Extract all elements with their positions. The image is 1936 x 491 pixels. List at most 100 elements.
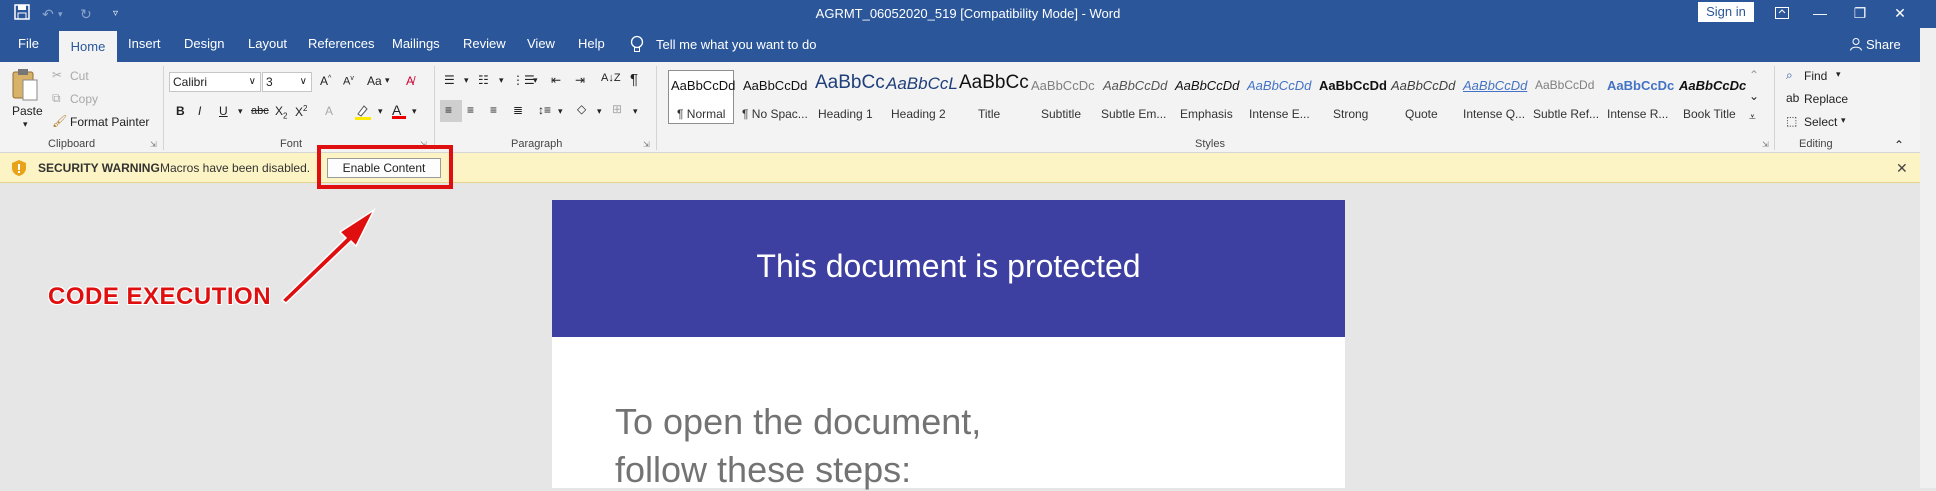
shading-icon[interactable]: ◇ (577, 102, 586, 116)
style-sample[interactable]: AaBbCcL (886, 74, 958, 94)
highlight-color-icon[interactable] (354, 104, 372, 123)
numbering-icon[interactable]: ☷ (478, 73, 489, 87)
gallery-scroll-up-icon[interactable]: ⌃ (1749, 68, 1759, 82)
style-name[interactable]: ¶ No Spac... (742, 107, 808, 121)
tab-file[interactable]: File (18, 36, 39, 51)
chevron-down-icon[interactable]: ▾ (378, 106, 383, 117)
tab-review[interactable]: Review (463, 36, 506, 51)
replace-button[interactable]: Replace (1804, 92, 1848, 106)
minimize-icon[interactable]: — (1798, 0, 1842, 28)
style-sample[interactable]: AaBbCcDd (1103, 78, 1167, 93)
align-center-icon[interactable]: ≡ (467, 103, 474, 117)
bold-icon[interactable]: B (176, 104, 185, 118)
style-sample[interactable]: AaBbCcDd (1175, 78, 1239, 93)
chevron-down-icon[interactable]: ▾ (533, 75, 538, 86)
format-painter-icon[interactable]: 🖌 (52, 114, 67, 128)
style-sample[interactable]: AaBbCcDd (1535, 78, 1594, 92)
style-sample[interactable]: AaBbCcDd (671, 78, 735, 93)
replace-icon[interactable]: ab (1786, 91, 1799, 105)
tab-mailings[interactable]: Mailings (392, 36, 440, 51)
gallery-more-icon[interactable]: ⩡ (1749, 110, 1756, 125)
style-sample[interactable]: AaBbCcDd (1247, 78, 1311, 93)
italic-icon[interactable]: I (198, 104, 201, 118)
subscript-icon[interactable]: X2 (275, 104, 287, 120)
find-icon[interactable]: ⌕ (1786, 68, 1793, 83)
gallery-scroll-down-icon[interactable]: ⌄ (1749, 89, 1759, 103)
tab-view[interactable]: View (527, 36, 555, 51)
show-formatting-marks-icon[interactable]: ¶ (630, 71, 638, 88)
decrease-indent-icon[interactable]: ⇤ (551, 73, 561, 87)
tell-me-search[interactable]: Tell me what you want to do (656, 37, 816, 52)
change-case-button[interactable]: Aa (367, 74, 382, 88)
style-sample[interactable]: AaBbCcDc (1607, 78, 1674, 93)
clear-formatting-icon[interactable]: A̸ (406, 74, 414, 88)
chevron-down-icon[interactable]: ∨ (300, 73, 307, 91)
style-sample[interactable]: AaBbCcDc (1031, 78, 1095, 93)
vertical-scrollbar[interactable] (1920, 28, 1936, 488)
chevron-down-icon[interactable]: ▾ (385, 75, 390, 86)
chevron-down-icon[interactable]: ▾ (412, 106, 417, 117)
style-name[interactable]: ¶ Normal (677, 107, 725, 121)
justify-icon[interactable]: ≣ (513, 103, 523, 117)
align-right-icon[interactable]: ≡ (490, 103, 497, 117)
style-name[interactable]: Title (978, 107, 1000, 121)
close-window-icon[interactable]: ✕ (1878, 0, 1922, 28)
share-button[interactable]: Share (1866, 37, 1901, 52)
superscript-icon[interactable]: X2 (295, 104, 307, 119)
tab-design[interactable]: Design (184, 36, 224, 51)
restore-icon[interactable]: ❐ (1838, 0, 1882, 28)
clipboard-launcher-icon[interactable]: ⇲ (150, 140, 157, 149)
bullets-icon[interactable]: ☰ (444, 73, 455, 87)
borders-icon[interactable]: ⊞ (612, 102, 622, 116)
copy-button[interactable]: Copy (70, 92, 98, 106)
style-name[interactable]: Intense R... (1607, 107, 1668, 121)
style-name[interactable]: Strong (1333, 107, 1368, 121)
multilevel-list-icon[interactable]: ⋮☰ (512, 73, 535, 87)
tab-help[interactable]: Help (578, 36, 605, 51)
style-name[interactable]: Intense E... (1249, 107, 1310, 121)
find-button[interactable]: Find (1804, 69, 1827, 83)
style-name[interactable]: Subtitle (1041, 107, 1081, 121)
style-name[interactable]: Heading 1 (818, 107, 873, 121)
font-color-icon[interactable]: A (392, 102, 406, 119)
style-sample[interactable]: AaBbCcDd (1391, 78, 1455, 93)
tab-layout[interactable]: Layout (248, 36, 287, 51)
chevron-down-icon[interactable]: ▾ (499, 75, 504, 86)
chevron-down-icon[interactable]: ▾ (1841, 115, 1846, 126)
paste-button[interactable]: Paste (12, 104, 43, 118)
styles-launcher-icon[interactable]: ⇲ (1762, 140, 1769, 149)
chevron-down-icon[interactable]: ∨ (249, 73, 256, 91)
style-name[interactable]: Quote (1405, 107, 1438, 121)
cut-icon[interactable]: ✂ (52, 68, 62, 82)
chevron-down-icon[interactable]: ▾ (238, 106, 243, 117)
style-name[interactable]: Emphasis (1180, 107, 1233, 121)
cut-button[interactable]: Cut (70, 69, 89, 83)
style-name[interactable]: Intense Q... (1463, 107, 1525, 121)
paragraph-launcher-icon[interactable]: ⇲ (643, 140, 650, 149)
style-name[interactable]: Subtle Em... (1101, 107, 1166, 121)
chevron-down-icon[interactable]: ▾ (633, 106, 638, 117)
style-sample[interactable]: AaBbCcDd (743, 78, 807, 93)
paste-dropdown-icon[interactable]: ▾ (23, 119, 28, 130)
style-name[interactable]: Book Title (1683, 107, 1736, 121)
close-icon[interactable]: ✕ (1896, 160, 1908, 177)
copy-icon[interactable]: ⧉ (52, 91, 61, 106)
tab-insert[interactable]: Insert (128, 36, 161, 51)
strikethrough-icon[interactable]: abc (251, 105, 269, 117)
style-name[interactable]: Subtle Ref... (1533, 107, 1599, 121)
style-sample[interactable]: AaBbCcDc (1679, 78, 1746, 93)
select-button[interactable]: Select (1804, 115, 1837, 129)
chevron-down-icon[interactable]: ▾ (558, 106, 563, 117)
select-icon[interactable]: ⬚ (1786, 114, 1797, 128)
tab-home[interactable]: Home (59, 31, 117, 62)
paste-icon[interactable] (12, 68, 38, 107)
sign-in-button[interactable]: Sign in (1698, 2, 1754, 22)
font-size-box[interactable]: 3 ∨ (262, 72, 312, 92)
tab-references[interactable]: References (308, 36, 374, 51)
style-sample[interactable]: AaBbCcDd (1463, 78, 1527, 93)
font-name-box[interactable]: Calibri ∨ (169, 72, 261, 92)
style-sample[interactable]: AaBbCcDd (1319, 78, 1387, 93)
shrink-font-icon[interactable]: Av (343, 75, 354, 88)
style-sample[interactable]: AaBbCc (959, 72, 1029, 94)
chevron-down-icon[interactable]: ▾ (597, 106, 602, 117)
